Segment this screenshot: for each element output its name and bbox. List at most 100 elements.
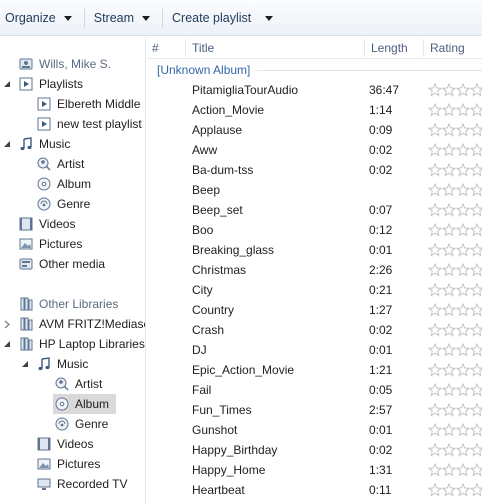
star-icon[interactable]: [455, 402, 471, 417]
nav-videos[interactable]: Videos: [18, 214, 75, 234]
nav-playlist-new-test[interactable]: new test playlist: [36, 114, 142, 134]
table-row[interactable]: Fun_Times 2:57: [147, 400, 482, 420]
table-row[interactable]: Boo 0:12: [147, 220, 482, 240]
star-icon[interactable]: [455, 302, 471, 317]
star-icon[interactable]: [455, 362, 471, 377]
nav-pictures[interactable]: Pictures: [18, 234, 82, 254]
table-row[interactable]: Crash 0:02: [147, 320, 482, 340]
star-icon[interactable]: [455, 162, 471, 177]
expand-arrow-icon[interactable]: [3, 320, 12, 329]
star-icon[interactable]: [441, 82, 457, 97]
column-header-title[interactable]: Title: [187, 37, 362, 59]
column-header-rating[interactable]: Rating: [425, 37, 482, 59]
rating-stars[interactable]: [427, 362, 482, 377]
nav-playlist-elbereth[interactable]: Elbereth Middle: [36, 94, 140, 114]
star-icon[interactable]: [469, 382, 482, 397]
star-icon[interactable]: [427, 122, 443, 137]
table-row[interactable]: City 0:21: [147, 280, 482, 300]
table-row[interactable]: Gunshot 0:01: [147, 420, 482, 440]
nav-playlists[interactable]: Playlists: [18, 74, 83, 94]
star-icon[interactable]: [427, 82, 443, 97]
star-icon[interactable]: [427, 302, 443, 317]
column-divider[interactable]: [364, 39, 365, 57]
star-icon[interactable]: [427, 102, 443, 117]
star-icon[interactable]: [427, 182, 443, 197]
album-group-header[interactable]: [Unknown Album]: [157, 63, 250, 77]
rating-stars[interactable]: [427, 122, 482, 137]
star-icon[interactable]: [441, 322, 457, 337]
nav-artist[interactable]: Artist: [36, 154, 84, 174]
star-icon[interactable]: [441, 362, 457, 377]
star-icon[interactable]: [469, 342, 482, 357]
table-row[interactable]: PitamigliaTourAudio 36:47: [147, 80, 482, 100]
rating-stars[interactable]: [427, 422, 482, 437]
star-icon[interactable]: [427, 382, 443, 397]
rating-stars[interactable]: [427, 342, 482, 357]
star-icon[interactable]: [441, 122, 457, 137]
column-divider[interactable]: [185, 39, 186, 57]
star-icon[interactable]: [427, 342, 443, 357]
star-icon[interactable]: [427, 362, 443, 377]
star-icon[interactable]: [427, 442, 443, 457]
star-icon[interactable]: [469, 242, 482, 257]
table-row[interactable]: Christmas 2:26: [147, 260, 482, 280]
star-icon[interactable]: [455, 322, 471, 337]
nav-hp-videos[interactable]: Videos: [36, 434, 93, 454]
table-row[interactable]: Action_Movie 1:14: [147, 100, 482, 120]
star-icon[interactable]: [455, 82, 471, 97]
nav-other-libraries[interactable]: Other Libraries: [18, 294, 118, 314]
star-icon[interactable]: [455, 262, 471, 277]
star-icon[interactable]: [441, 282, 457, 297]
star-icon[interactable]: [469, 302, 482, 317]
rating-stars[interactable]: [427, 402, 482, 417]
star-icon[interactable]: [441, 482, 457, 497]
table-row[interactable]: Ba-dum-tss 0:02: [147, 160, 482, 180]
column-header-number[interactable]: #: [147, 37, 185, 59]
star-icon[interactable]: [427, 422, 443, 437]
star-icon[interactable]: [427, 322, 443, 337]
star-icon[interactable]: [441, 102, 457, 117]
nav-hp-music[interactable]: Music: [36, 354, 88, 374]
rating-stars[interactable]: [427, 82, 482, 97]
star-icon[interactable]: [469, 162, 482, 177]
star-icon[interactable]: [455, 202, 471, 217]
table-row[interactable]: Heartbeat 0:11: [147, 480, 482, 500]
table-row[interactable]: Beep_set 0:07: [147, 200, 482, 220]
table-row[interactable]: Applause 0:09: [147, 120, 482, 140]
table-row[interactable]: Breaking_glass 0:01: [147, 240, 482, 260]
create-playlist-button[interactable]: Create playlist: [167, 0, 281, 36]
star-icon[interactable]: [469, 462, 482, 477]
rating-stars[interactable]: [427, 482, 482, 497]
table-row[interactable]: DJ 0:01: [147, 340, 482, 360]
star-icon[interactable]: [441, 382, 457, 397]
star-icon[interactable]: [427, 162, 443, 177]
star-icon[interactable]: [441, 142, 457, 157]
star-icon[interactable]: [469, 142, 482, 157]
star-icon[interactable]: [469, 322, 482, 337]
column-header-length[interactable]: Length: [366, 37, 422, 59]
star-icon[interactable]: [469, 262, 482, 277]
star-icon[interactable]: [455, 422, 471, 437]
star-icon[interactable]: [469, 362, 482, 377]
rating-stars[interactable]: [427, 142, 482, 157]
nav-hp-recorded-tv[interactable]: Recorded TV: [36, 474, 127, 494]
star-icon[interactable]: [469, 402, 482, 417]
star-icon[interactable]: [441, 222, 457, 237]
star-icon[interactable]: [441, 202, 457, 217]
organize-button[interactable]: Organize: [0, 0, 80, 36]
star-icon[interactable]: [427, 402, 443, 417]
star-icon[interactable]: [455, 462, 471, 477]
table-row[interactable]: Happy_Birthday 0:02: [147, 440, 482, 460]
nav-library-avm[interactable]: AVM FRITZ!Mediase: [18, 314, 145, 334]
star-icon[interactable]: [455, 122, 471, 137]
collapse-arrow-icon[interactable]: [3, 80, 12, 89]
rating-stars[interactable]: [427, 102, 482, 117]
star-icon[interactable]: [441, 462, 457, 477]
rating-stars[interactable]: [427, 382, 482, 397]
star-icon[interactable]: [469, 122, 482, 137]
table-row[interactable]: Happy_Home 1:31: [147, 460, 482, 480]
nav-hp-album-selected[interactable]: Album: [53, 394, 116, 414]
star-icon[interactable]: [455, 102, 471, 117]
star-icon[interactable]: [455, 282, 471, 297]
star-icon[interactable]: [455, 482, 471, 497]
